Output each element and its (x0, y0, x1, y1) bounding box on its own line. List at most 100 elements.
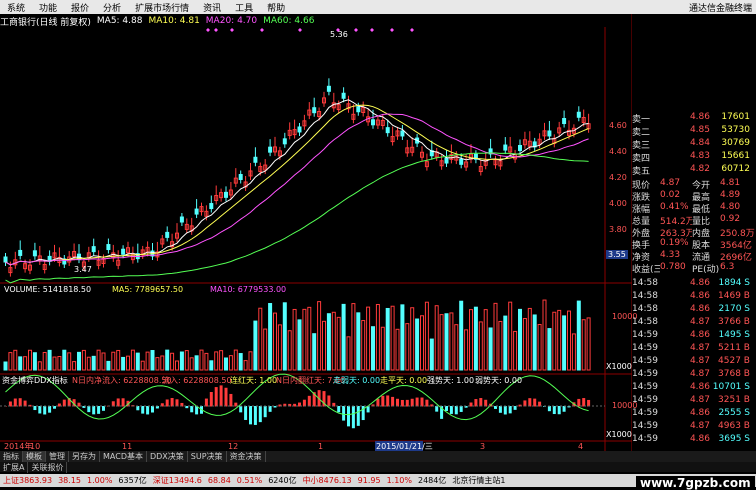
ddx-bar (479, 398, 483, 407)
tick-row: 14:58 4.87 3766 B (632, 317, 750, 327)
volume-bar (140, 360, 145, 371)
volume-bar (322, 320, 326, 371)
watermark: www.7gpzb.com (636, 476, 755, 490)
volume-bar (77, 351, 81, 371)
ddx-title: 资金博弈DDX指标 (2, 376, 68, 385)
candle-body (91, 246, 96, 253)
quote-panel: 卖一 4.86 17601 卖二 4.85 53730 卖三 4.84 30769 卖四 4.83 1… (632, 112, 756, 466)
date-label: 12 (228, 442, 238, 451)
sh-amount: 6357亿 (118, 476, 147, 485)
ddx-bar (474, 399, 478, 407)
volume-bar (67, 352, 72, 371)
volume-bar (8, 352, 13, 371)
ddx-bar (229, 393, 233, 407)
volume-bar (62, 349, 67, 371)
volume-bar (317, 301, 322, 371)
ddx-bar (175, 399, 179, 407)
tab-manage[interactable]: 管理 (46, 451, 69, 462)
volume-bar (243, 360, 248, 371)
candle-body (562, 118, 567, 125)
ddx-bar (435, 406, 439, 412)
date-label: 2014年 (4, 441, 32, 451)
volume-bar (145, 351, 150, 371)
candle-body (282, 138, 287, 145)
volume-bar (424, 301, 429, 371)
signal-diamond (206, 28, 210, 32)
tab-template[interactable]: 模板 (23, 451, 46, 462)
volume-bar (150, 350, 155, 371)
candle-body (18, 249, 23, 256)
tab-ext-a[interactable]: 扩展A (0, 461, 29, 473)
volume-bar (518, 308, 522, 371)
ddx-bar (347, 406, 350, 427)
date-label: 11 (122, 442, 132, 451)
candle-body (326, 85, 331, 92)
current-price-tag: 3.55 (606, 250, 628, 259)
price-tick: 4.60 (609, 121, 627, 130)
volume-bar (86, 356, 91, 371)
app-brand: 通达信金融终端 (688, 3, 752, 14)
server-name[interactable]: 北京行情主站1 (449, 475, 508, 486)
ddx-bar (484, 399, 488, 407)
tab-macd[interactable]: MACD基本 (100, 451, 147, 462)
volume-bar (586, 317, 591, 371)
signal-diamond (214, 28, 218, 32)
ddx-bar (425, 399, 429, 407)
tab-sup[interactable]: SUP决策 (188, 451, 227, 462)
tab-related-quote[interactable]: 关联报价 (28, 461, 68, 473)
ddx-bar (391, 396, 395, 407)
volume-bar (287, 330, 292, 371)
volume-bar (488, 327, 493, 371)
volume-bar (567, 310, 571, 371)
ddx-bar (307, 395, 311, 407)
candle-body (341, 92, 346, 99)
date-label: 3 (480, 442, 485, 451)
ddx-bar (214, 387, 218, 407)
ddx-bar (92, 406, 96, 415)
ddx-bar (253, 406, 257, 425)
volume-bar (135, 352, 140, 371)
low-label: 3.47 (74, 265, 92, 274)
volume-bar (312, 333, 317, 371)
volume-bar (111, 351, 116, 371)
ddx-bar (533, 398, 537, 407)
tab-fund[interactable]: 资金决策 (227, 451, 266, 462)
ddx-unit: X1000 (606, 430, 632, 439)
ddx-weak: 弱势天: 0.00 (475, 376, 523, 385)
volume-bar (253, 320, 258, 371)
candle-body (179, 216, 184, 223)
ddx-bar (244, 406, 248, 420)
ddx-bar (224, 387, 228, 407)
ddx-bar (141, 406, 145, 414)
signal-diamond (390, 28, 394, 32)
volume-bar (184, 350, 189, 371)
signal-diamond (354, 28, 358, 32)
ddx-bar (249, 406, 252, 425)
volume-bars (3, 299, 591, 371)
ddx-streak: 连红天: 1.00 (230, 376, 278, 385)
sh-index: 上证3863.93 (3, 476, 53, 485)
volume-bar (81, 349, 86, 371)
ddx-bar (351, 406, 355, 429)
ddx-bar (87, 406, 91, 413)
volume-bar (395, 328, 400, 371)
volume-bar (297, 319, 302, 371)
tab-indicator[interactable]: 指标 (0, 451, 23, 462)
ddx-bar (356, 406, 360, 426)
volume-bar (214, 351, 219, 371)
volume-bar (478, 321, 483, 371)
tick-row: 14:59 4.86 10701 S (632, 382, 750, 392)
tick-row: 14:58 4.86 1469 B (632, 291, 750, 301)
ddx-bar (102, 406, 105, 411)
candle-body (224, 191, 228, 198)
volume-bar (126, 355, 130, 371)
volume-bar (527, 307, 532, 371)
sz-index: 深证13494.6 (152, 476, 202, 485)
date-label: 10 (30, 442, 40, 451)
tab-ddx[interactable]: DDX决策 (147, 451, 188, 462)
volume-bar (57, 356, 62, 371)
tab-save-as[interactable]: 另存为 (69, 451, 100, 462)
sz-pct: 0.51% (236, 476, 263, 485)
volume-unit: X1000 (606, 362, 632, 371)
candle-body (238, 174, 243, 181)
